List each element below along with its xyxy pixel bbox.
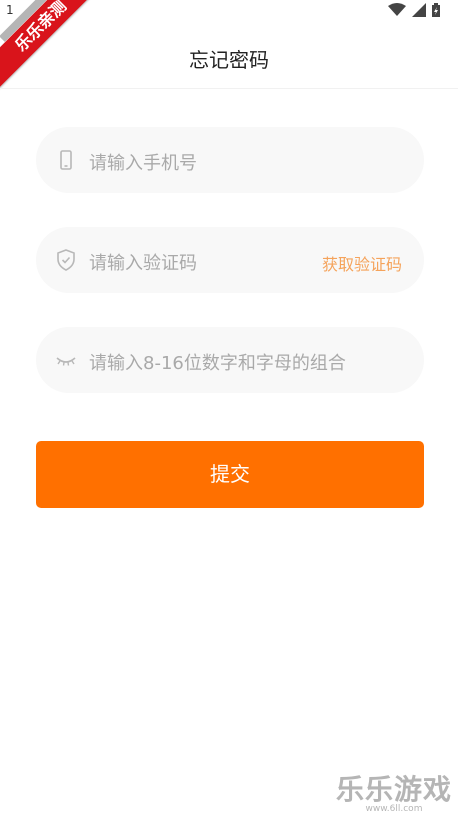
password-input[interactable]: 请输入8-16位数字和字母的组合 <box>89 349 346 375</box>
eye-closed-icon <box>56 357 76 366</box>
code-input[interactable]: 请输入验证码 <box>89 249 197 275</box>
shield-icon <box>57 249 75 271</box>
phone-input[interactable]: 请输入手机号 <box>89 149 197 175</box>
status-time: 1 <box>6 3 14 17</box>
get-code-button[interactable]: 获取验证码 <box>322 251 402 275</box>
watermark: 乐乐游戏 www.6ll.com <box>334 768 454 818</box>
code-field[interactable]: 请输入验证码 获取验证码 <box>36 227 424 293</box>
wifi-icon <box>388 3 406 16</box>
battery-icon <box>432 3 440 17</box>
watermark-brand: 乐乐游戏 <box>335 773 452 806</box>
phone-field[interactable]: 请输入手机号 <box>36 127 424 193</box>
submit-button[interactable]: 提交 <box>36 441 424 508</box>
password-field[interactable]: 请输入8-16位数字和字母的组合 <box>36 327 424 393</box>
signal-icon <box>412 3 426 17</box>
status-icons <box>388 3 440 17</box>
page-title: 忘记密码 <box>189 48 269 72</box>
phone-icon <box>60 150 72 170</box>
page-header: 忘记密码 <box>0 30 458 89</box>
